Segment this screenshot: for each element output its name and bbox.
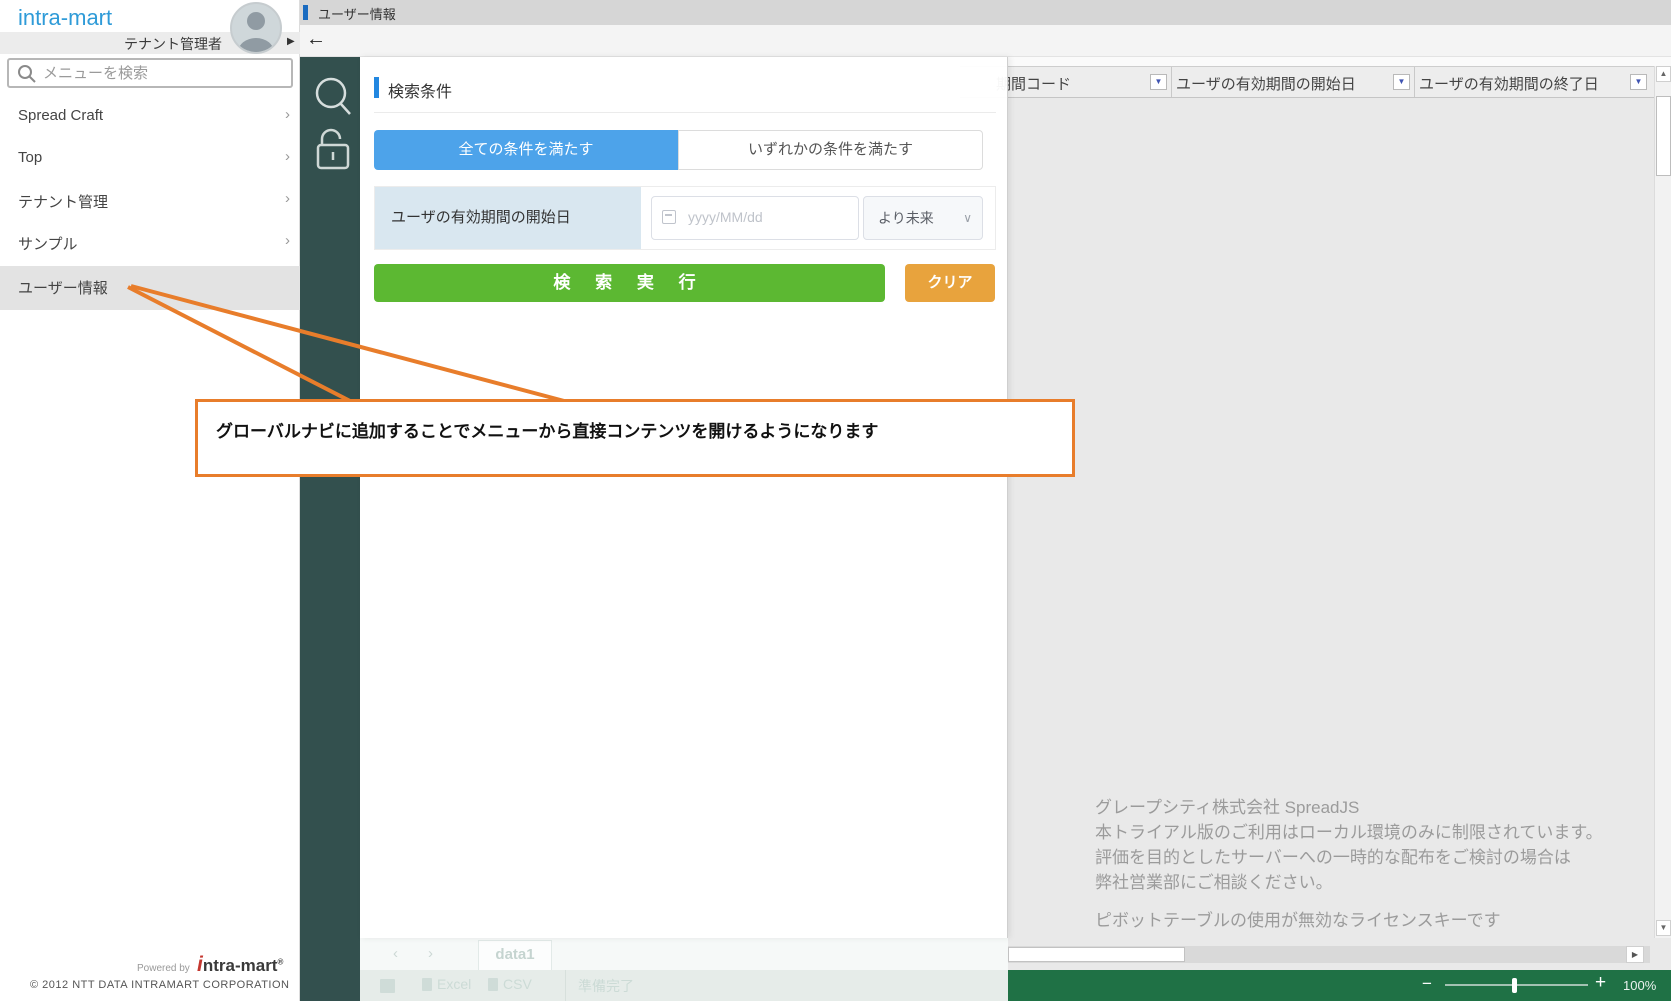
chevron-right-icon: › <box>285 190 290 207</box>
search-icon <box>17 64 37 84</box>
license-notice: グレープシティ株式会社 SpreadJS 本トライアル版のご利用はローカル環境の… <box>1095 795 1603 895</box>
filter-icon[interactable]: ▼ <box>1393 74 1410 90</box>
avatar[interactable] <box>230 2 282 54</box>
sidebar-item-tenant-admin[interactable]: テナント管理 › <box>0 180 300 222</box>
status-bar: Excel CSV 準備完了 − + 100% <box>360 970 1671 1001</box>
csv-file-icon <box>488 978 498 991</box>
toolbar: ← <box>300 25 1671 57</box>
rail-icons <box>300 57 360 1001</box>
sheet-prev-icon[interactable]: ‹ <box>393 945 398 962</box>
menu-search-input[interactable] <box>41 61 286 85</box>
zoom-level: 100% <box>1623 978 1656 993</box>
expand-arrow-icon[interactable]: ▶ <box>287 36 295 47</box>
annotation-text: グローバルナビに追加することでメニューから直接コンテンツを開けるようになります <box>216 417 878 442</box>
intra-mart-footer-logo: intra-mart® <box>197 953 283 977</box>
copyright-text: © 2012 NTT DATA INTRAMART CORPORATION <box>30 979 289 991</box>
column-header-end-date: ユーザの有効期間の終了日 ▼ <box>1415 67 1654 97</box>
column-header-start-date: ユーザの有効期間の開始日 ▼ <box>1172 67 1415 97</box>
sidebar-item-spread-craft[interactable]: Spread Craft › <box>0 96 300 138</box>
operator-select[interactable]: より未来 ∨ <box>863 196 983 240</box>
chevron-right-icon: › <box>285 106 290 123</box>
tab-match-any[interactable]: いずれかの条件を満たす <box>678 130 983 170</box>
zoom-out-icon[interactable]: − <box>1422 974 1432 994</box>
excel-file-icon <box>422 978 432 991</box>
export-csv-button[interactable]: CSV <box>503 976 532 992</box>
section-title: 検索条件 <box>388 78 452 102</box>
clear-button[interactable]: クリア <box>905 264 995 302</box>
export-excel-button[interactable]: Excel <box>437 976 471 992</box>
global-nav-sidebar: intra-mart テナント管理者 ▶ Spread Craft › Top … <box>0 0 300 1001</box>
title-marker <box>303 5 308 20</box>
status-square-icon <box>380 979 395 993</box>
tab-match-all[interactable]: 全ての条件を満たす <box>374 130 678 170</box>
scroll-right-icon[interactable]: ▶ <box>1626 946 1644 963</box>
field-label: ユーザの有効期間の開始日 <box>375 187 641 249</box>
date-input[interactable] <box>686 199 851 235</box>
sheet-next-icon[interactable]: › <box>428 945 433 962</box>
status-bar-overlay-section: Excel CSV 準備完了 <box>360 970 1008 1001</box>
sheet-tab-data1[interactable]: data1 <box>478 940 552 970</box>
content-title-bar: ユーザー情報 <box>300 0 1671 25</box>
scroll-up-icon[interactable]: ▲ <box>1656 66 1671 82</box>
sidebar-item-user-info[interactable]: ユーザー情報 <box>0 266 300 310</box>
status-divider <box>565 970 566 1001</box>
status-ready-text: 準備完了 <box>578 976 634 996</box>
tool-rail <box>300 57 360 1001</box>
intra-mart-logo: intra-mart <box>18 5 112 31</box>
search-panel: 検索条件 全ての条件を満たす いずれかの条件を満たす ユーザの有効期間の開始日 … <box>360 57 1008 938</box>
search-icon[interactable] <box>317 79 350 114</box>
vertical-scroll-thumb[interactable] <box>1656 96 1671 176</box>
date-input-wrapper <box>651 196 859 240</box>
menu-search-box <box>7 58 293 88</box>
page-title: ユーザー情報 <box>318 4 396 23</box>
person-icon <box>232 4 280 52</box>
sheet-tab-strip: ‹ › data1 <box>360 938 1008 970</box>
sidebar-item-top[interactable]: Top › <box>0 138 300 180</box>
annotation-callout: グローバルナビに追加することでメニューから直接コンテンツを開けるようになります <box>195 399 1075 477</box>
scrollbar-corner <box>1650 938 1671 970</box>
filter-icon[interactable]: ▼ <box>1150 74 1167 90</box>
horizontal-scroll-thumb[interactable] <box>1008 947 1185 962</box>
chevron-down-icon: ∨ <box>963 197 972 239</box>
search-execute-button[interactable]: 検 索 実 行 <box>374 264 885 302</box>
chevron-right-icon: › <box>285 232 290 249</box>
license-key-message: ピボットテーブルの使用が無効なライセンスキーです <box>1095 908 1501 933</box>
unlock-icon[interactable] <box>318 130 348 168</box>
vertical-scrollbar[interactable]: ▲ ▼ <box>1654 66 1671 938</box>
calendar-icon <box>662 210 676 224</box>
column-header-row: 期間コード ▼ ユーザの有効期間の開始日 ▼ ユーザの有効期間の終了日 ▼ <box>960 66 1654 98</box>
search-condition-row: ユーザの有効期間の開始日 より未来 ∨ <box>374 186 996 250</box>
chevron-right-icon: › <box>285 148 290 165</box>
role-label: テナント管理者 <box>124 34 222 54</box>
section-divider <box>374 112 996 113</box>
filter-icon[interactable]: ▼ <box>1630 74 1647 90</box>
horizontal-scrollbar[interactable]: ▶ <box>1008 946 1650 963</box>
sheet-tab-row: ‹ › data1 ▶ <box>360 938 1671 970</box>
powered-by-text: Powered by <box>137 963 190 974</box>
zoom-in-icon[interactable]: + <box>1595 972 1606 994</box>
back-icon[interactable]: ← <box>306 28 326 51</box>
sidebar-item-sample[interactable]: サンプル › <box>0 222 300 264</box>
scroll-down-icon[interactable]: ▼ <box>1656 920 1671 936</box>
zoom-slider-thumb[interactable] <box>1512 978 1517 993</box>
section-marker <box>374 77 379 98</box>
app-window: ユーザー情報 ← 期間コード ▼ ユーザの有効期間の開始日 <box>0 0 1671 1001</box>
